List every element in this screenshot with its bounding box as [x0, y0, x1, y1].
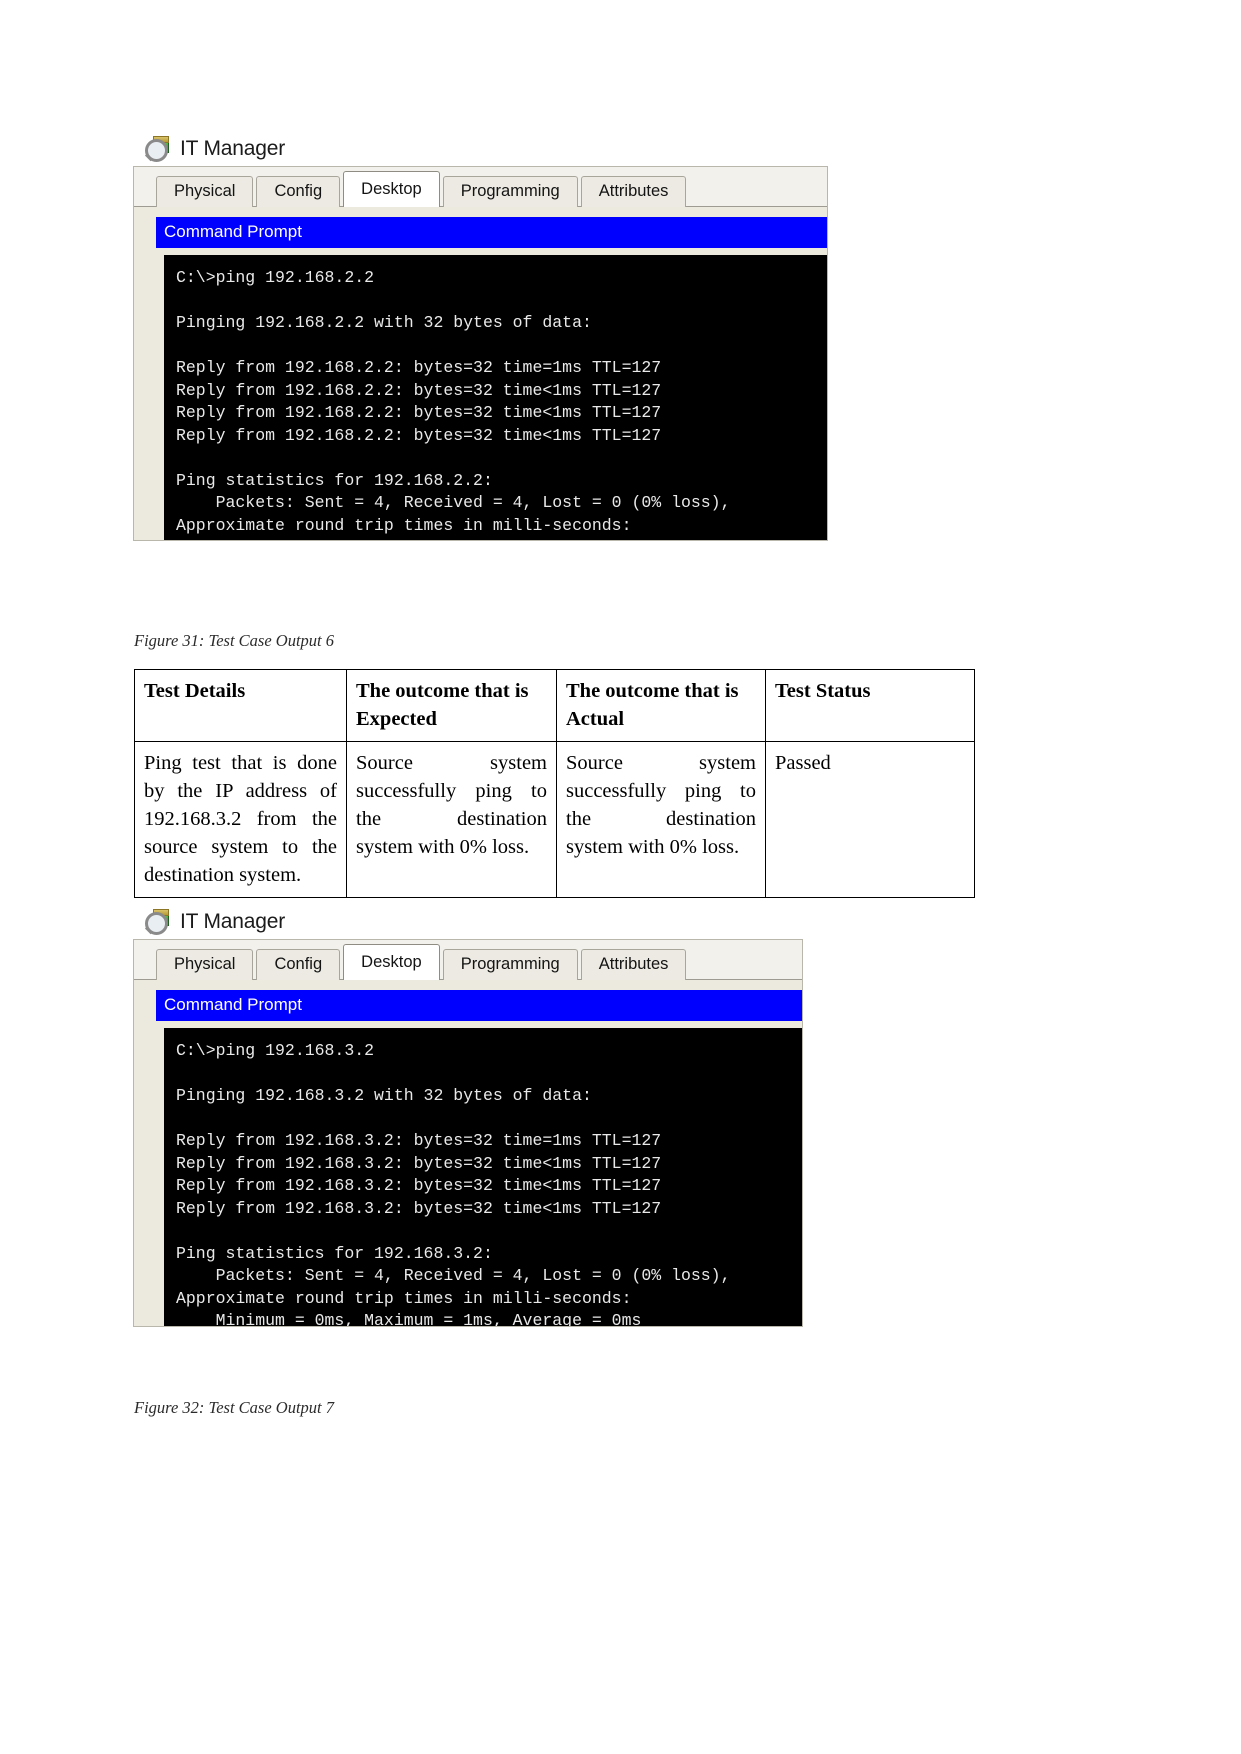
desktop-panel-1: Command Prompt C:\>ping 192.168.2.2 Ping…: [134, 207, 827, 540]
tab-desktop[interactable]: Desktop: [343, 171, 440, 207]
tab-config[interactable]: Config: [256, 949, 341, 980]
tab-strip-1: Physical Config Desktop Programming Attr…: [134, 167, 827, 207]
table-row: Ping test that is done by the IP address…: [134, 741, 975, 898]
col-header-actual-outcome: The outcome that is Actual: [556, 669, 766, 742]
cell-actual-outcome: Source system successfully ping to the d…: [556, 741, 766, 898]
tab-attributes[interactable]: Attributes: [580, 949, 687, 980]
packet-tracer-icon: [144, 136, 171, 162]
figure-caption-31: Figure 31: Test Case Output 6: [134, 631, 334, 650]
tab-programming[interactable]: Programming: [442, 176, 578, 207]
terminal-outer-2: C:\>ping 192.168.3.2 Pinging 192.168.3.2…: [156, 1021, 802, 1326]
command-prompt-titlebar-1: Command Prompt: [156, 217, 827, 248]
tab-desktop[interactable]: Desktop: [343, 944, 440, 980]
terminal-outer-1: C:\>ping 192.168.2.2 Pinging 192.168.2.2…: [156, 248, 827, 540]
tab-config[interactable]: Config: [256, 176, 341, 207]
figure-caption-32: Figure 32: Test Case Output 7: [134, 1398, 334, 1417]
cell-actual-text: Source system successfully ping to the d…: [566, 752, 756, 830]
col-header-test-details: Test Details: [134, 669, 347, 742]
tab-physical[interactable]: Physical: [156, 949, 254, 980]
window-frame-1: Physical Config Desktop Programming Attr…: [133, 166, 828, 541]
cell-test-details-lastline: destination system.: [144, 864, 302, 886]
packet-tracer-window-1: IT Manager Physical Config Desktop Progr…: [133, 132, 828, 541]
tab-attributes[interactable]: Attributes: [580, 176, 687, 207]
terminal-output-2[interactable]: C:\>ping 192.168.3.2 Pinging 192.168.3.2…: [164, 1028, 802, 1326]
cell-test-status: Passed: [765, 741, 975, 898]
tab-strip-2: Physical Config Desktop Programming Attr…: [134, 940, 802, 980]
tab-programming[interactable]: Programming: [442, 949, 578, 980]
window-frame-2: Physical Config Desktop Programming Attr…: [133, 939, 803, 1327]
packet-tracer-window-2: IT Manager Physical Config Desktop Progr…: [133, 905, 803, 1327]
tab-physical[interactable]: Physical: [156, 176, 254, 207]
col-header-expected-outcome: The outcome that is Expected: [346, 669, 557, 742]
cell-expected-text: Source system successfully ping to the d…: [356, 752, 547, 830]
cell-test-details-text: Ping test that is done by the IP address…: [144, 752, 337, 858]
test-case-table: Test Details The outcome that is Expecte…: [134, 669, 975, 898]
cell-expected-lastline: system with 0% loss.: [356, 836, 530, 858]
terminal-output-1[interactable]: C:\>ping 192.168.2.2 Pinging 192.168.2.2…: [164, 255, 827, 540]
cell-test-details: Ping test that is done by the IP address…: [134, 741, 347, 898]
window-titlebar-1: IT Manager: [144, 132, 828, 166]
cell-expected-outcome: Source system successfully ping to the d…: [346, 741, 557, 898]
command-prompt-titlebar-2: Command Prompt: [156, 990, 802, 1021]
window-titlebar-2: IT Manager: [144, 905, 803, 939]
window-title-1: IT Manager: [180, 137, 285, 160]
packet-tracer-icon: [144, 909, 171, 935]
col-header-test-status: Test Status: [765, 669, 975, 742]
document-page: IT Manager Physical Config Desktop Progr…: [0, 0, 1241, 1754]
desktop-panel-2: Command Prompt C:\>ping 192.168.3.2 Ping…: [134, 980, 802, 1326]
table-header-row: Test Details The outcome that is Expecte…: [134, 669, 975, 742]
cell-actual-lastline: system with 0% loss.: [566, 836, 740, 858]
window-title-2: IT Manager: [180, 910, 285, 933]
